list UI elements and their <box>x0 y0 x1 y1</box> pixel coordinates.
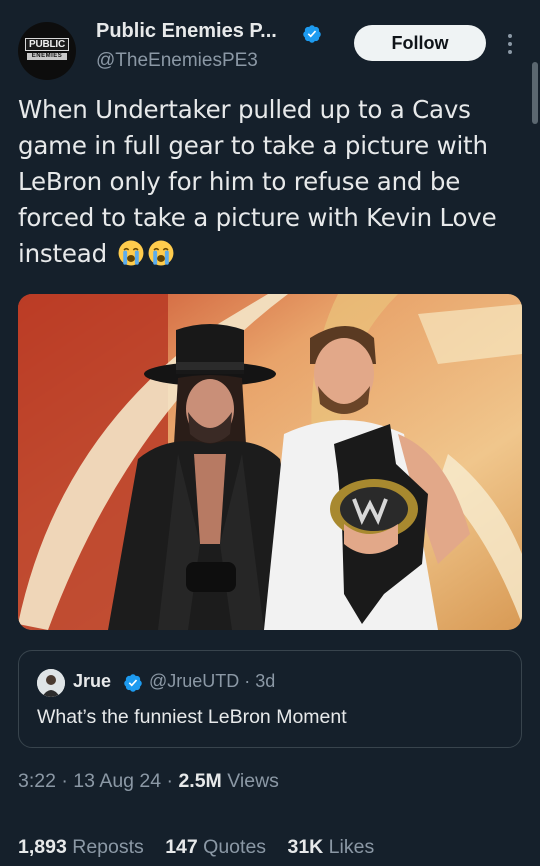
tweet-photo[interactable] <box>18 294 522 630</box>
tweet-text: When Undertaker pulled up to a Cavs game… <box>18 95 497 268</box>
quoted-author-avatar[interactable] <box>37 669 65 697</box>
quotes-label: Quotes <box>203 836 267 858</box>
more-options-icon[interactable] <box>503 30 517 58</box>
loudly-crying-face-icon <box>148 240 173 266</box>
quoted-handle-time[interactable]: @JrueUTD · 3d <box>149 671 275 692</box>
reposts-label: Reposts <box>72 836 144 858</box>
photo-illustration <box>18 294 522 630</box>
quoted-tweet[interactable]: Jrue @JrueUTD · 3d What’s the funniest L… <box>18 650 522 748</box>
views-label: Views <box>227 770 279 792</box>
tweet-body: When Undertaker pulled up to a Cavs game… <box>18 92 518 272</box>
tweet-timestamp[interactable]: 3:22 · 13 Aug 24 · <box>18 770 178 792</box>
loudly-crying-face-icon <box>118 240 143 266</box>
views-count: 2.5M <box>178 770 222 792</box>
likes-label: Likes <box>328 836 375 858</box>
author-handle[interactable]: @TheEnemiesPE3 <box>96 50 258 72</box>
reposts-count: 1,893 <box>18 836 67 858</box>
tweet-meta: 3:22 · 13 Aug 24 · 2.5M Views <box>18 770 279 793</box>
author-avatar[interactable]: PUBLIC ENEMIES <box>18 22 76 80</box>
follow-button[interactable]: Follow <box>354 25 486 61</box>
author-name[interactable]: Public Enemies P... <box>96 20 277 43</box>
verified-badge-icon <box>303 25 321 43</box>
quoted-author-name[interactable]: Jrue <box>73 671 111 692</box>
quoted-avatar-image <box>37 669 65 697</box>
avatar-logo-subtext: ENEMIES <box>27 53 67 60</box>
likes-count: 31K <box>287 836 324 858</box>
verified-badge-icon <box>124 674 142 692</box>
tweet-header: PUBLIC ENEMIES Public Enemies P... @TheE… <box>0 0 540 86</box>
engagement-stats: 1,893 Reposts 147 Quotes 31K Likes <box>18 836 390 859</box>
reposts-stat[interactable]: 1,893 Reposts <box>18 836 144 858</box>
avatar-logo-text: PUBLIC <box>25 38 69 51</box>
likes-stat[interactable]: 31K Likes <box>287 836 374 858</box>
scrollbar[interactable] <box>532 62 538 124</box>
quotes-count: 147 <box>165 836 198 858</box>
quoted-tweet-text: What’s the funniest LeBron Moment <box>37 706 347 728</box>
quotes-stat[interactable]: 147 Quotes <box>165 836 266 858</box>
